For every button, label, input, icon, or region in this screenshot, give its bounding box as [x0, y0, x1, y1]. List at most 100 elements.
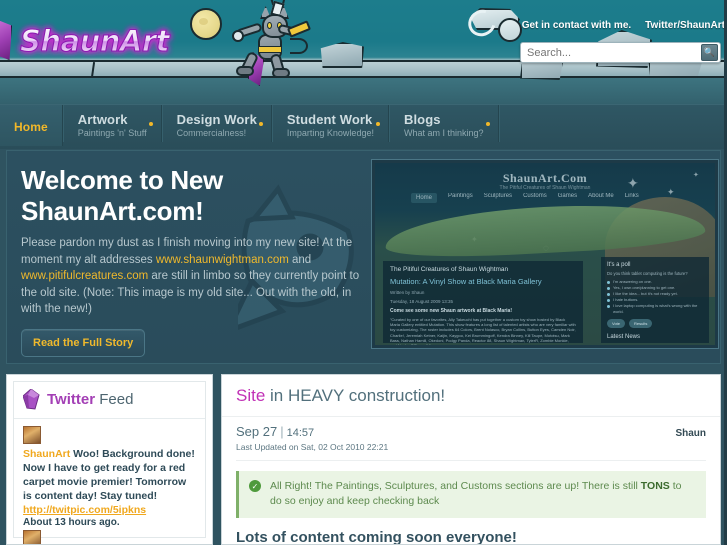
crystal-icon — [0, 20, 12, 60]
article-date-block: Sep 27 | 14:57 — [236, 424, 314, 439]
preview-nav-item: Home — [411, 193, 438, 203]
article-subheading: Lots of content coming soon everyone! — [236, 529, 517, 545]
alert-text-bold: TONS — [640, 480, 670, 492]
contact-link[interactable]: Get in contact with me. — [522, 20, 631, 31]
twitter-feed-list: ShaunArt Woo! Background done! Now I hav… — [14, 419, 205, 544]
preview-inner: ✦ ✦ ✦ ✦ ◌ ShaunArt.Com The Pitiful Creat… — [375, 163, 715, 345]
search-icon[interactable]: 🔍 — [701, 44, 718, 61]
preview-poll-panel: It's a poll Do you think tablet computin… — [601, 257, 709, 343]
sidebar-item-home[interactable]: Home — [0, 105, 63, 146]
dot-icon — [148, 121, 153, 126]
logo-text: ShaunArt — [20, 24, 171, 58]
tweet-timestamp: About 13 hours ago. — [23, 517, 120, 528]
old-site-preview-image[interactable]: ✦ ✦ ✦ ✦ ◌ ShaunArt.Com The Pitiful Creat… — [371, 159, 719, 349]
search-input[interactable] — [521, 43, 701, 62]
pencil-icon — [286, 20, 312, 38]
divider — [236, 460, 706, 461]
preview-results-button: Results — [629, 319, 653, 329]
sidebar-item-blogs[interactable]: Blogs What am I thinking? — [388, 105, 499, 142]
dot-icon — [258, 121, 263, 126]
twitter-link[interactable]: Twitter/ShaunArt — [645, 20, 725, 31]
article-meta: Sep 27 | 14:57 Shaun — [222, 417, 720, 439]
preview-nav-item: Paintings — [448, 193, 473, 199]
rock-shape — [320, 42, 364, 68]
read-full-story-button[interactable]: Read the Full Story — [21, 328, 146, 357]
meta-separator: | — [280, 424, 284, 439]
hero-text-block: Welcome to New ShaunArt.com! Please pard… — [21, 165, 361, 357]
moon-icon — [190, 8, 222, 40]
preview-nav-item: Customs — [523, 193, 547, 199]
site-logo[interactable]: ShaunArt — [14, 18, 182, 62]
status-banner-text: All Right! The Paintings, Sculptures, an… — [270, 479, 696, 509]
preview-nav-item: Games — [557, 193, 578, 199]
pitifulcreatures-link[interactable]: www.pitifulcreatures.com — [21, 270, 148, 282]
preview-poll-title: It's a poll — [607, 262, 631, 268]
preview-panel-date: Tuesday, 18 August 2009 13:35 — [390, 299, 454, 304]
twitter-feed-header: Twitter Feed — [14, 382, 205, 419]
preview-panel-heading: Mutation: A Vinyl Show at Black Maria Ga… — [390, 277, 542, 286]
nav-sub-blogs: What am I thinking? — [403, 128, 484, 138]
tweet-link[interactable]: http://twitpic.com/5ipkns — [23, 504, 146, 516]
nav-filler — [498, 105, 727, 142]
preview-panel-subheading: Come see some new Shaun artwork at Black… — [390, 308, 512, 314]
preview-poll-buttons: Vote Results — [607, 319, 703, 329]
preview-vote-button: Vote — [607, 319, 626, 329]
nav-label-home: Home — [14, 120, 48, 134]
hero-body-2: and — [288, 253, 312, 266]
dot-icon — [485, 121, 490, 126]
cat-paw — [232, 30, 244, 42]
nav-sub-student-work: Imparting Knowledge! — [286, 128, 374, 138]
article-panel: Site in HEAVY construction! Sep 27 | 14:57… — [221, 374, 721, 545]
list-item[interactable]: ShaunArt Woo! Background done! Now I hav… — [23, 426, 196, 528]
alert-text-1: All Right! The Paintings, Sculptures, an… — [270, 480, 641, 492]
hero-banner: Welcome to New ShaunArt.com! Please pard… — [6, 150, 721, 364]
search-box[interactable]: 🔍 — [520, 42, 721, 63]
preview-panel-author: Written by Shaun — [390, 290, 425, 295]
article-title: Site in HEAVY construction! — [222, 375, 720, 417]
nav-sub-artwork: Paintings 'n' Stuff — [77, 128, 147, 138]
sparkle-icon: ✦ — [693, 172, 699, 179]
avatar — [23, 530, 41, 544]
twitter-feed-title: Twitter Feed — [47, 391, 133, 408]
shaunart-logo-icon: ShaunArt — [19, 23, 171, 58]
sparkle-icon: ✦ — [627, 175, 639, 191]
preview-latest-news: Latest News — [607, 334, 641, 341]
nav-label-design-work: Design Work — [176, 112, 257, 127]
preview-tagline: The Pitiful Creatures of Shaun Wightman — [499, 185, 591, 191]
avatar — [23, 426, 41, 444]
cat-eye — [267, 22, 272, 29]
nav-sub-design-work: Commercialness! — [176, 128, 247, 138]
preview-poll-question: Do you think tablet computing is the fut… — [607, 271, 688, 276]
lower-content: Twitter Feed ShaunArt Woo! Background do… — [6, 374, 721, 545]
preview-nav: Home Paintings Sculptures Customs Games … — [411, 193, 639, 203]
preview-logo: ShaunArt.Com — [502, 171, 588, 185]
site-banner: ShaunArt Get in contact with me. Twitter… — [0, 0, 727, 104]
preview-nav-item: About Me — [588, 193, 614, 199]
nav-label-artwork: Artwork — [77, 112, 128, 127]
dot-icon — [375, 121, 380, 126]
shaunwightman-link[interactable]: www.shaunwightman.com — [156, 254, 289, 266]
preview-panel-title: The Pitiful Creatures of Shaun Wightman — [390, 266, 509, 273]
list-item[interactable]: ShaunArt Woo! Background done! Now I hav… — [23, 530, 196, 544]
article-title-highlight: Site — [236, 386, 266, 405]
sidebar-item-design-work[interactable]: Design Work Commercialness! — [161, 105, 272, 142]
nav-label-blogs: Blogs — [403, 112, 441, 127]
twitter-feed-panel: Twitter Feed ShaunArt Woo! Background do… — [13, 381, 206, 544]
crystal-icon — [23, 389, 40, 410]
header-top-links: Get in contact with me. Twitter/ShaunArt — [522, 20, 725, 31]
article-title-rest: in HEAVY construction! — [265, 386, 446, 405]
cat-foot — [236, 66, 254, 76]
sidebar: Twitter Feed ShaunArt Woo! Background do… — [6, 374, 213, 545]
check-circle-icon: ✓ — [249, 480, 261, 492]
sidebar-item-student-work[interactable]: Student Work Imparting Knowledge! — [271, 105, 389, 142]
nav-label-student-work: Student Work — [286, 112, 373, 127]
tweet-username[interactable]: ShaunArt — [23, 448, 70, 460]
preview-article-panel: The Pitiful Creatures of Shaun Wightman … — [383, 261, 583, 345]
nav-tabs: Home Artwork Paintings 'n' Stuff Design … — [0, 105, 727, 146]
page-title: Welcome to New ShaunArt.com! — [21, 165, 223, 226]
sidebar-item-artwork[interactable]: Artwork Paintings 'n' Stuff — [62, 105, 162, 142]
main-navigation: Home Artwork Paintings 'n' Stuff Design … — [0, 104, 727, 149]
article-author: Shaun — [675, 428, 706, 439]
preview-poll-option: I love laptop computing is what's wrong … — [607, 303, 703, 315]
twitter-word: Twitter — [47, 391, 96, 408]
